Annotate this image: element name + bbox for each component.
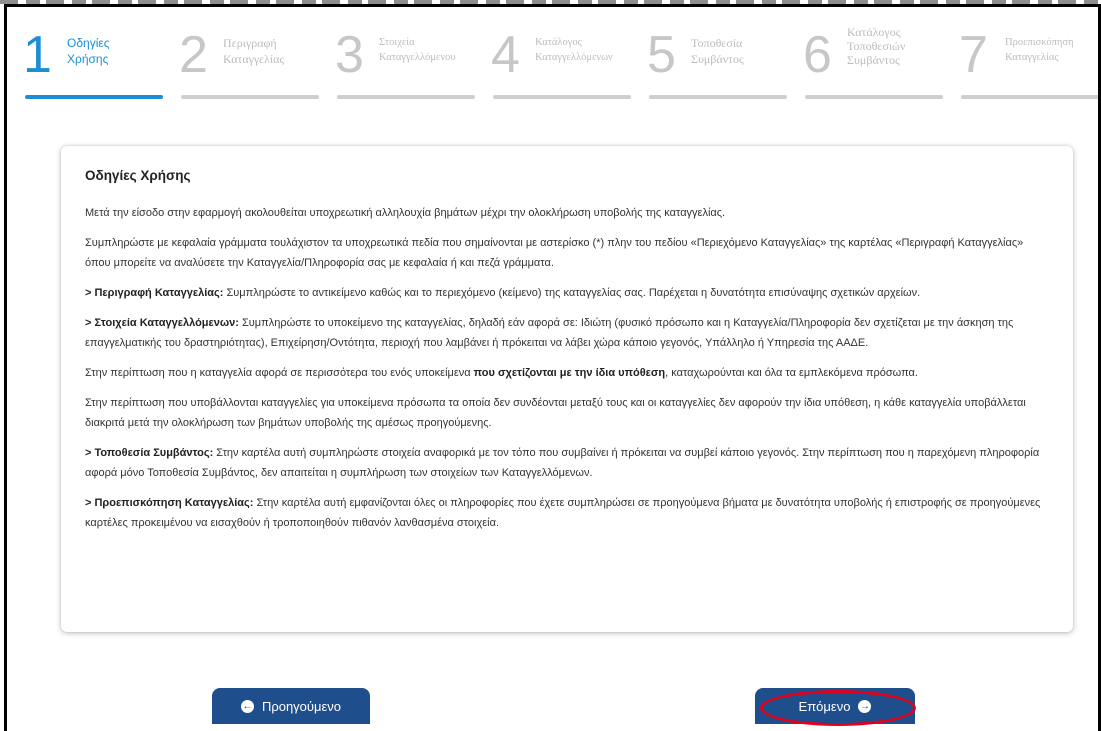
previous-button-label: Προηγούμενο [261,698,342,714]
step-number: 3 [335,26,364,84]
arrow-right-circle-icon: → [858,699,872,713]
step-progress-bar [805,95,943,99]
step-label: Οδηγίες Χρήσης [67,36,110,66]
instructions-paragraph: > Στοιχεία Καταγγελλόμενων: Συμπληρώστε … [85,317,1014,349]
step-1-instructions[interactable]: 1 Οδηγίες Χρήσης [23,17,165,101]
card-title: Οδηγίες Χρήσης [85,168,191,183]
step-7-preview[interactable]: 7 Προεπισκόπηση Καταγγελίας [959,17,1098,101]
step-label: Προεπισκόπηση Καταγγελίας [1005,37,1074,63]
step-number: 5 [647,26,676,84]
next-button[interactable]: Επόμενο → [755,688,915,724]
step-number: 6 [803,26,832,84]
step-5-event-location[interactable]: 5 Τοποθεσία Συμβάντος [647,17,789,101]
step-label: Τοποθεσία Συμβάντος [691,36,744,66]
arrow-left-circle-icon: ← [240,699,254,713]
step-2-description[interactable]: 2 Περιγραφή Καταγγελίας [179,17,321,101]
step-number: 7 [959,26,988,84]
instructions-paragraph: Συμπληρώστε με κεφαλαία γράμματα τουλάχι… [85,237,1024,269]
instructions-paragraph: Στην περίπτωση που υποβάλλονται καταγγελ… [85,397,1026,429]
step-6-location-list[interactable]: 6 Κατάλογος Τοποθεσιών Συμβάντος [803,17,945,101]
instructions-paragraph: > Τοποθεσία Συμβάντος: Στην καρτέλα αυτή… [85,447,1040,479]
instructions-card: Οδηγίες Χρήσης Μετά την είσοδο στην εφαρ… [61,146,1073,632]
app-frame: 1 Οδηγίες Χρήσης 2 Περιγραφή Καταγγελίας… [4,4,1101,731]
step-label: Περιγραφή Καταγγελίας [223,36,285,66]
step-number: 4 [491,26,520,84]
step-progress-bar [337,95,475,99]
step-progress-bar [649,95,787,99]
instructions-paragraph: > Περιγραφή Καταγγελίας: Συμπληρώστε το … [85,287,921,299]
step-progress-bar [25,95,163,99]
step-3-accused-details[interactable]: 3 Στοιχεία Καταγγελλόμενου [335,17,477,101]
step-progress-bar [961,95,1098,99]
instructions-paragraph: Μετά την είσοδο στην εφαρμογή ακολουθείτ… [85,207,726,219]
wizard-stepper: 1 Οδηγίες Χρήσης 2 Περιγραφή Καταγγελίας… [23,17,1098,101]
step-progress-bar [181,95,319,99]
instructions-paragraph: > Προεπισκόπηση Καταγγελίας: Στην καρτέλ… [85,497,1041,529]
previous-button[interactable]: ← Προηγούμενο [212,688,370,724]
step-progress-bar [493,95,631,99]
step-label: Κατάλογος Τοποθεσιών Συμβάντος [847,25,906,67]
step-number: 1 [23,26,52,84]
step-number: 2 [179,26,208,84]
step-4-accused-list[interactable]: 4 Κατάλογος Καταγγελλόμενων [491,17,633,101]
instructions-paragraph: Στην περίπτωση που η καταγγελία αφορά σε… [85,367,918,379]
step-label: Στοιχεία Καταγγελλόμενου [379,37,456,63]
step-label: Κατάλογος Καταγγελλόμενων [535,37,613,63]
next-button-label: Επόμενο [798,698,851,714]
